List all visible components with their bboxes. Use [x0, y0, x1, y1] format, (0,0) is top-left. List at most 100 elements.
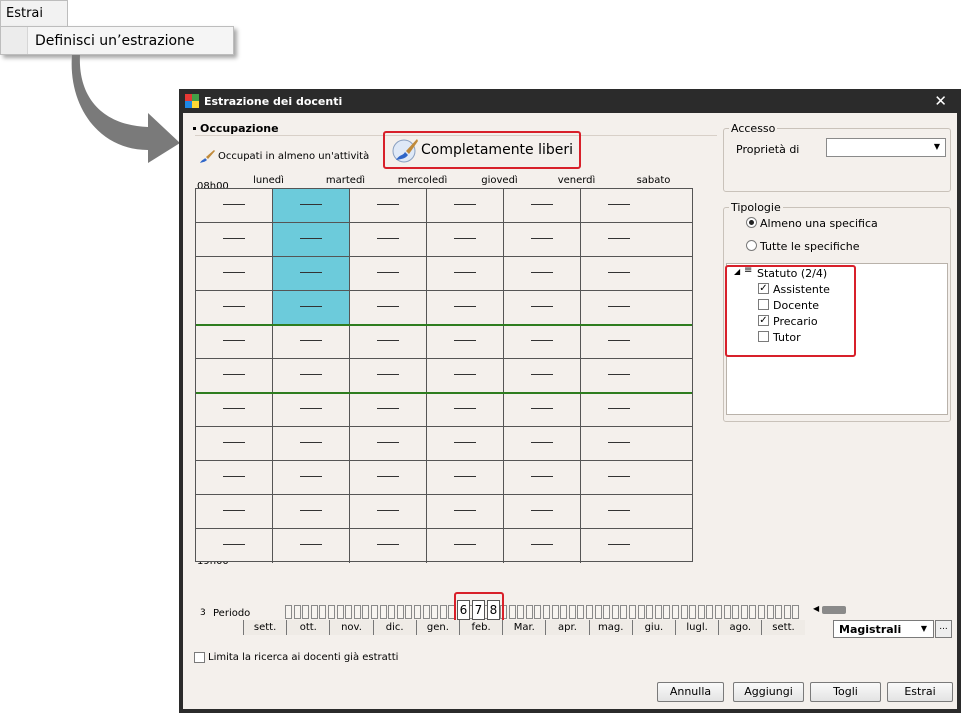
grid-cell[interactable] [504, 257, 581, 291]
week-tick[interactable] [551, 605, 559, 619]
week-tick[interactable] [758, 605, 765, 619]
grid-cell[interactable] [581, 257, 692, 291]
property-select[interactable]: ▼ [826, 138, 946, 157]
week-tick[interactable] [775, 605, 783, 619]
grid-cell[interactable] [273, 291, 350, 325]
week-tick[interactable] [396, 605, 404, 619]
scroll-handle[interactable]: ◀ [813, 604, 847, 615]
week-tick[interactable] [603, 605, 611, 619]
week-7[interactable]: 7 [472, 600, 485, 620]
grid-cell[interactable] [196, 495, 273, 529]
grid-cell[interactable] [504, 495, 581, 529]
grid-cell[interactable] [581, 461, 692, 495]
week-tick[interactable] [525, 605, 533, 619]
week-tick[interactable] [328, 605, 335, 619]
grid-cell[interactable] [350, 393, 427, 427]
grid-cell[interactable] [581, 393, 692, 427]
grid-cell[interactable] [504, 529, 581, 563]
menu-estrai[interactable]: Estrai [0, 0, 68, 26]
grid-cell[interactable] [504, 223, 581, 257]
week-tick[interactable] [310, 605, 318, 619]
week-8[interactable]: 8 [487, 600, 500, 620]
grid-cell[interactable] [427, 325, 504, 359]
grid-cell[interactable] [196, 223, 273, 257]
grid-cell[interactable] [273, 223, 350, 257]
week-tick[interactable] [646, 605, 654, 619]
menu-item-define-extraction[interactable]: Definisci un’estrazione [35, 33, 195, 49]
completely-free-button[interactable]: Completamente liberi [383, 131, 581, 169]
occupied-option[interactable]: Occupati in almeno un'attività [218, 151, 369, 162]
week-tick[interactable] [319, 605, 327, 619]
week-tick[interactable] [577, 605, 585, 619]
grid-cell[interactable] [350, 291, 427, 325]
grid-cell[interactable] [427, 529, 504, 563]
calendar-more-button[interactable]: ... [935, 620, 952, 638]
week-tick[interactable] [362, 605, 370, 619]
week-tick[interactable] [560, 605, 568, 619]
week-tick[interactable] [422, 605, 430, 619]
week-6[interactable]: 6 [457, 600, 470, 620]
period-highlight[interactable]: 6 7 8 [454, 592, 504, 623]
grid-cell[interactable] [581, 427, 692, 461]
grid-cell[interactable] [350, 359, 427, 393]
grid-cell[interactable] [196, 189, 273, 223]
grid-cell[interactable] [273, 427, 350, 461]
grid-cell[interactable] [273, 529, 350, 563]
week-tick[interactable] [766, 605, 774, 619]
grid-cell[interactable] [273, 359, 350, 393]
limit-checkbox[interactable] [194, 652, 205, 663]
week-tick[interactable] [302, 605, 310, 619]
grid-cell[interactable] [581, 223, 692, 257]
week-tick[interactable] [534, 605, 542, 619]
grid-cell[interactable] [350, 223, 427, 257]
grid-cell[interactable] [504, 189, 581, 223]
grid-cell[interactable] [504, 461, 581, 495]
week-tick[interactable] [611, 605, 619, 619]
week-tick[interactable] [371, 605, 378, 619]
week-tick[interactable] [672, 605, 679, 619]
week-tick[interactable] [620, 605, 628, 619]
grid-cell[interactable] [273, 325, 350, 359]
week-tick[interactable] [792, 605, 800, 619]
grid-cell[interactable] [504, 359, 581, 393]
grid-cell[interactable] [196, 257, 273, 291]
radio-all[interactable] [746, 240, 757, 251]
radio-any[interactable] [746, 217, 757, 228]
week-tick[interactable] [388, 605, 396, 619]
grid-cell[interactable] [581, 325, 692, 359]
grid-cell[interactable] [273, 257, 350, 291]
week-tick[interactable] [517, 605, 525, 619]
week-tick[interactable] [568, 605, 576, 619]
grid-cell[interactable] [273, 189, 350, 223]
week-tick[interactable] [749, 605, 757, 619]
grid-cell[interactable] [581, 495, 692, 529]
grid-cell[interactable] [427, 393, 504, 427]
grid-cell[interactable] [350, 495, 427, 529]
week-tick[interactable] [654, 605, 662, 619]
week-tick[interactable] [629, 605, 636, 619]
grid-cell[interactable] [504, 291, 581, 325]
week-tick[interactable] [379, 605, 387, 619]
week-tick[interactable] [783, 605, 791, 619]
grid-cell[interactable] [350, 325, 427, 359]
week-tick[interactable] [586, 605, 593, 619]
remove-button[interactable]: Togli [810, 682, 881, 702]
week-tick[interactable] [439, 605, 447, 619]
grid-cell[interactable] [581, 189, 692, 223]
week-tick[interactable] [663, 605, 671, 619]
grid-cell[interactable] [196, 393, 273, 427]
grid-cell[interactable] [350, 189, 427, 223]
cancel-button[interactable]: Annulla [657, 682, 724, 702]
grid-cell[interactable] [196, 359, 273, 393]
grid-cell[interactable] [504, 325, 581, 359]
week-tick[interactable] [697, 605, 705, 619]
week-tick[interactable] [405, 605, 413, 619]
grid-cell[interactable] [504, 427, 581, 461]
grid-cell[interactable] [427, 223, 504, 257]
week-tick[interactable] [637, 605, 645, 619]
grid-cell[interactable] [427, 291, 504, 325]
week-tick[interactable] [740, 605, 748, 619]
grid-cell[interactable] [427, 257, 504, 291]
grid-cell[interactable] [350, 427, 427, 461]
week-selector[interactable] [285, 605, 805, 619]
